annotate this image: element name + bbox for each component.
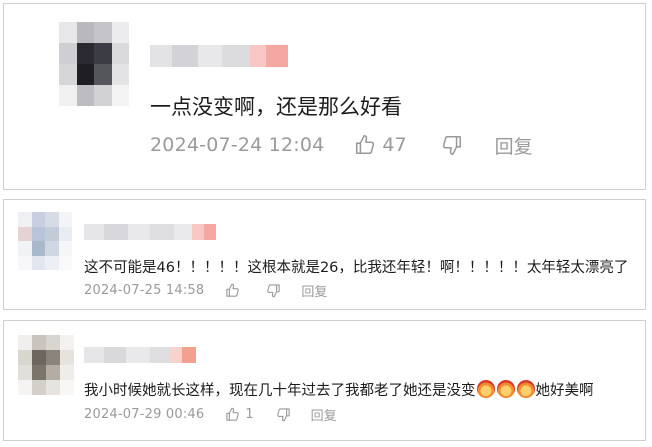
username[interactable] (84, 347, 196, 363)
crying-face-emoji (476, 380, 495, 398)
comment-card: 我小时候她就长这样，现在几十年过去了我都老了她还是没变 她好美啊 2024-07-… (3, 320, 646, 441)
avatar[interactable] (18, 335, 74, 395)
reply-button[interactable]: 回复 (301, 281, 327, 300)
like-button[interactable]: 47 (354, 134, 407, 156)
dislike-button[interactable] (441, 134, 463, 156)
crying-face-emoji (496, 380, 515, 398)
crying-face-emoji (516, 380, 535, 398)
like-count: 47 (382, 134, 407, 156)
thumbs-up-icon (226, 407, 240, 421)
thumbs-up-icon (226, 283, 240, 297)
comment-text: 一点没变啊，还是那么好看 (150, 95, 402, 119)
thumbs-up-icon (356, 135, 375, 155)
reply-button[interactable]: 回复 (495, 132, 533, 159)
avatar[interactable] (59, 22, 129, 106)
comment-text: 我小时候她就长这样，现在几十年过去了我都老了她还是没变 她好美啊 (84, 379, 594, 400)
like-count: 1 (245, 406, 254, 422)
username[interactable] (150, 45, 288, 67)
dislike-button[interactable] (276, 407, 291, 422)
comment-time: 2024-07-24 12:04 (150, 134, 325, 156)
comment-time: 2024-07-25 14:58 (84, 282, 205, 298)
avatar[interactable] (18, 212, 72, 270)
username[interactable] (84, 224, 216, 240)
like-button[interactable]: 1 (225, 406, 254, 422)
comment-meta: 2024-07-24 12:04 47 回复 (150, 132, 533, 158)
like-button[interactable] (225, 283, 244, 298)
comment-text-after: 她好美啊 (535, 383, 594, 399)
dislike-button[interactable] (266, 283, 281, 298)
comment-meta: 2024-07-25 14:58 回复 (84, 281, 327, 300)
comment-meta: 2024-07-29 00:46 1 回复 (84, 405, 337, 424)
thumbs-down-icon (267, 283, 281, 297)
comment-text: 这不可能是46！！！！！这根本就是26，比我还年轻！啊！！！！！太年轻太漂亮了 (84, 260, 629, 276)
thumbs-down-icon (442, 135, 461, 155)
comment-card: 一点没变啊，还是那么好看 2024-07-24 12:04 47 回复 (3, 3, 646, 190)
comment-text-before: 我小时候她就长这样，现在几十年过去了我都老了她还是没变 (84, 383, 476, 399)
reply-button[interactable]: 回复 (311, 405, 337, 424)
thumbs-down-icon (276, 407, 290, 421)
comment-time: 2024-07-29 00:46 (84, 406, 205, 422)
comment-card: 这不可能是46！！！！！这根本就是26，比我还年轻！啊！！！！！太年轻太漂亮了 … (3, 199, 646, 310)
